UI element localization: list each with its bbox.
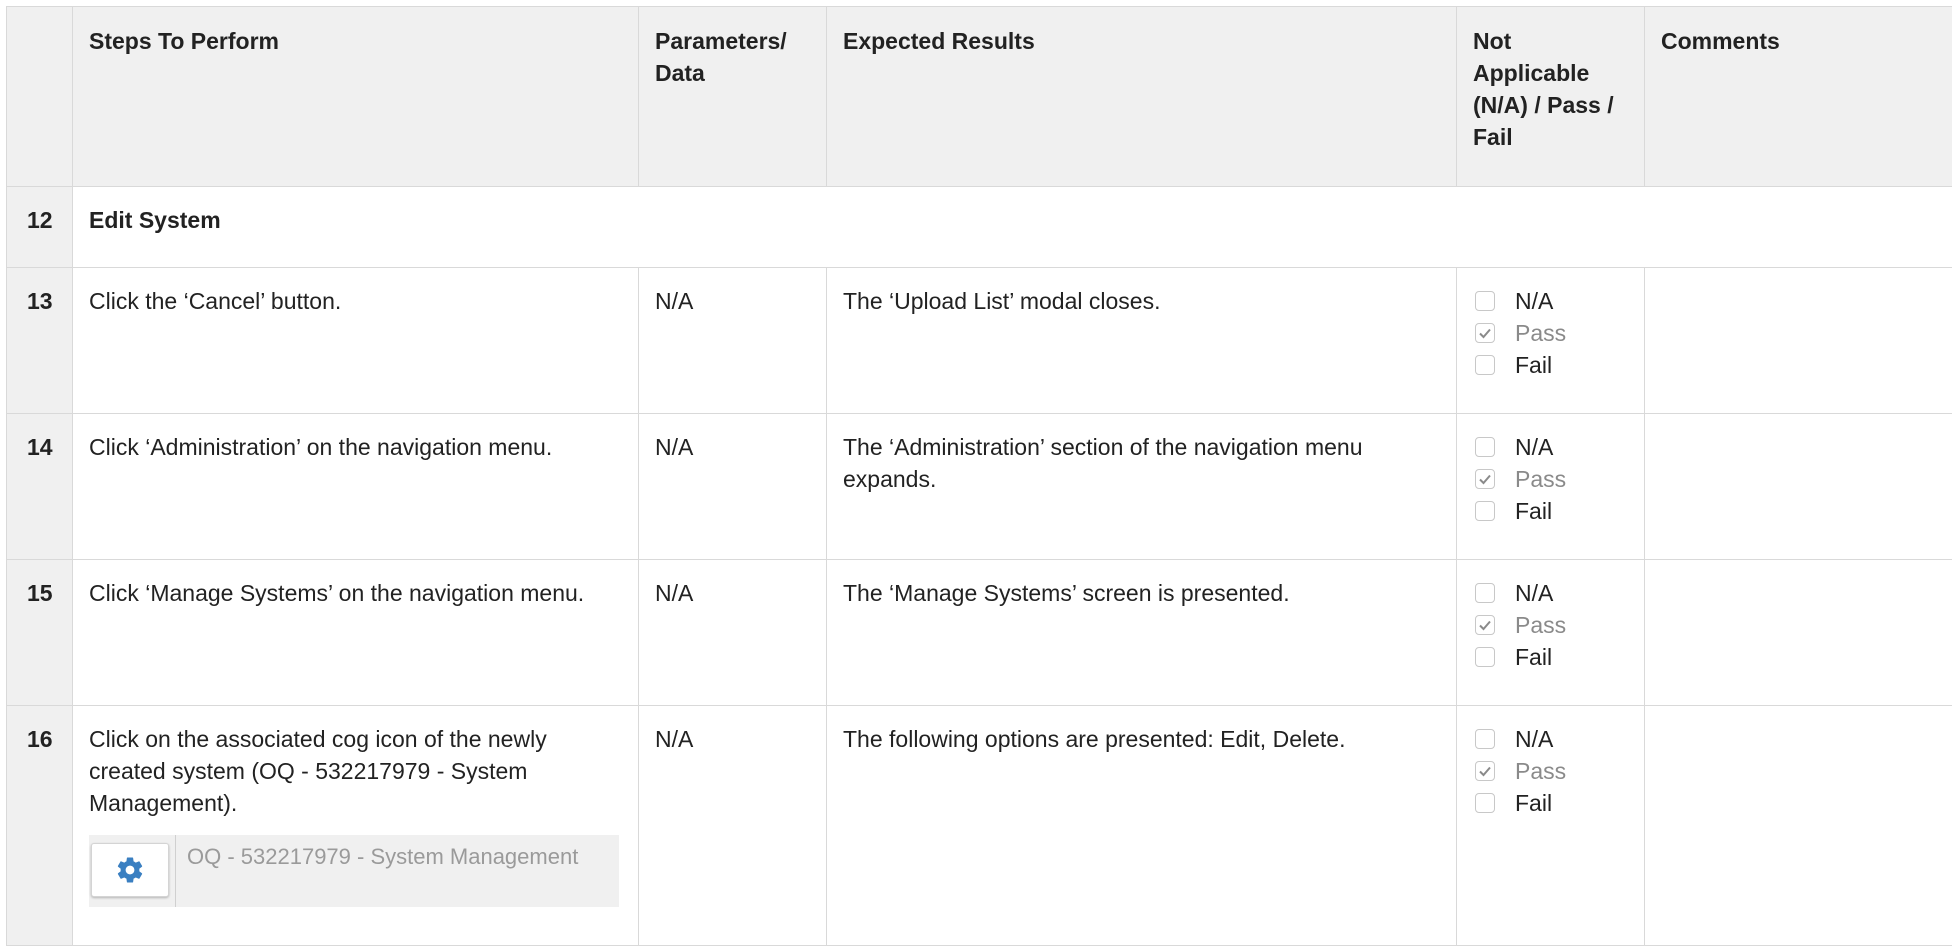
na-checkbox[interactable] <box>1475 437 1495 457</box>
step-description: Click on the associated cog icon of the … <box>89 723 622 819</box>
step-description: Click ‘Manage Systems’ on the navigation… <box>73 560 639 706</box>
fail-checkbox[interactable] <box>1475 647 1495 667</box>
step-number: 15 <box>7 560 73 706</box>
na-checkbox[interactable] <box>1475 291 1495 311</box>
fail-label: Fail <box>1515 641 1552 673</box>
divider <box>175 835 176 907</box>
na-label: N/A <box>1515 577 1553 609</box>
system-name: OQ - 532217979 - System Management <box>187 843 578 871</box>
step-row: 15 Click ‘Manage Systems’ on the navigat… <box>7 560 1952 706</box>
section-row: 12 Edit System <box>7 187 1952 268</box>
header-status: Not Applicable (N/A) / Pass / Fail <box>1457 7 1645 187</box>
fail-label: Fail <box>1515 787 1552 819</box>
status-cell: N/A Pass Fail <box>1457 706 1645 946</box>
test-steps-table: Steps To Perform Parameters/ Data Expect… <box>6 6 1952 946</box>
step-number: 13 <box>7 268 73 414</box>
header-parameters: Parameters/ Data <box>639 7 827 187</box>
na-label: N/A <box>1515 431 1553 463</box>
pass-checkbox[interactable] <box>1475 761 1495 781</box>
status-option-na[interactable]: N/A <box>1473 577 1628 609</box>
pass-checkbox[interactable] <box>1475 323 1495 343</box>
status-option-pass[interactable]: Pass <box>1473 317 1628 349</box>
status-option-na[interactable]: N/A <box>1473 285 1628 317</box>
fail-label: Fail <box>1515 349 1552 381</box>
pass-checkbox[interactable] <box>1475 615 1495 635</box>
header-expected-results: Expected Results <box>827 7 1457 187</box>
cog-button[interactable] <box>91 843 169 897</box>
header-row: Steps To Perform Parameters/ Data Expect… <box>7 7 1952 187</box>
check-icon <box>1478 472 1492 486</box>
status-option-fail[interactable]: Fail <box>1473 641 1628 673</box>
status-option-na[interactable]: N/A <box>1473 723 1628 755</box>
step-row: 14 Click ‘Administration’ on the navigat… <box>7 414 1952 560</box>
step-description: Click the ‘Cancel’ button. <box>73 268 639 414</box>
status-option-fail[interactable]: Fail <box>1473 349 1628 381</box>
status-cell: N/A Pass Fail <box>1457 560 1645 706</box>
na-checkbox[interactable] <box>1475 583 1495 603</box>
section-number: 12 <box>7 187 73 268</box>
pass-label: Pass <box>1515 463 1566 495</box>
comments-cell[interactable] <box>1645 560 1952 706</box>
step-expected-result: The ‘Administration’ section of the navi… <box>827 414 1457 560</box>
step-expected-result: The ‘Upload List’ modal closes. <box>827 268 1457 414</box>
step-expected-result: The ‘Manage Systems’ screen is presented… <box>827 560 1457 706</box>
check-icon <box>1478 326 1492 340</box>
step-expected-result: The following options are presented: Edi… <box>827 706 1457 946</box>
status-option-pass[interactable]: Pass <box>1473 609 1628 641</box>
cog-icon <box>115 855 145 885</box>
status-option-fail[interactable]: Fail <box>1473 787 1628 819</box>
step-parameters: N/A <box>639 560 827 706</box>
pass-label: Pass <box>1515 609 1566 641</box>
fail-checkbox[interactable] <box>1475 355 1495 375</box>
section-title: Edit System <box>73 187 1952 268</box>
step-description-cell: Click on the associated cog icon of the … <box>73 706 639 946</box>
header-steps: Steps To Perform <box>73 7 639 187</box>
step-row: 13 Click the ‘Cancel’ button. N/A The ‘U… <box>7 268 1952 414</box>
status-option-pass[interactable]: Pass <box>1473 463 1628 495</box>
check-icon <box>1478 764 1492 778</box>
step-parameters: N/A <box>639 414 827 560</box>
system-row-screenshot: OQ - 532217979 - System Management <box>89 835 619 907</box>
status-cell: N/A Pass Fail <box>1457 414 1645 560</box>
status-option-na[interactable]: N/A <box>1473 431 1628 463</box>
check-icon <box>1478 618 1492 632</box>
step-description: Click ‘Administration’ on the navigation… <box>73 414 639 560</box>
comments-cell[interactable] <box>1645 706 1952 946</box>
pass-checkbox[interactable] <box>1475 469 1495 489</box>
step-number: 16 <box>7 706 73 946</box>
fail-checkbox[interactable] <box>1475 501 1495 521</box>
status-cell: N/A Pass Fail <box>1457 268 1645 414</box>
status-option-pass[interactable]: Pass <box>1473 755 1628 787</box>
header-comments: Comments <box>1645 7 1952 187</box>
na-label: N/A <box>1515 285 1553 317</box>
comments-cell[interactable] <box>1645 414 1952 560</box>
step-number: 14 <box>7 414 73 560</box>
step-row: 16 Click on the associated cog icon of t… <box>7 706 1952 946</box>
step-parameters: N/A <box>639 268 827 414</box>
na-checkbox[interactable] <box>1475 729 1495 749</box>
status-option-fail[interactable]: Fail <box>1473 495 1628 527</box>
pass-label: Pass <box>1515 317 1566 349</box>
step-parameters: N/A <box>639 706 827 946</box>
comments-cell[interactable] <box>1645 268 1952 414</box>
pass-label: Pass <box>1515 755 1566 787</box>
header-number <box>7 7 73 187</box>
na-label: N/A <box>1515 723 1553 755</box>
fail-checkbox[interactable] <box>1475 793 1495 813</box>
fail-label: Fail <box>1515 495 1552 527</box>
